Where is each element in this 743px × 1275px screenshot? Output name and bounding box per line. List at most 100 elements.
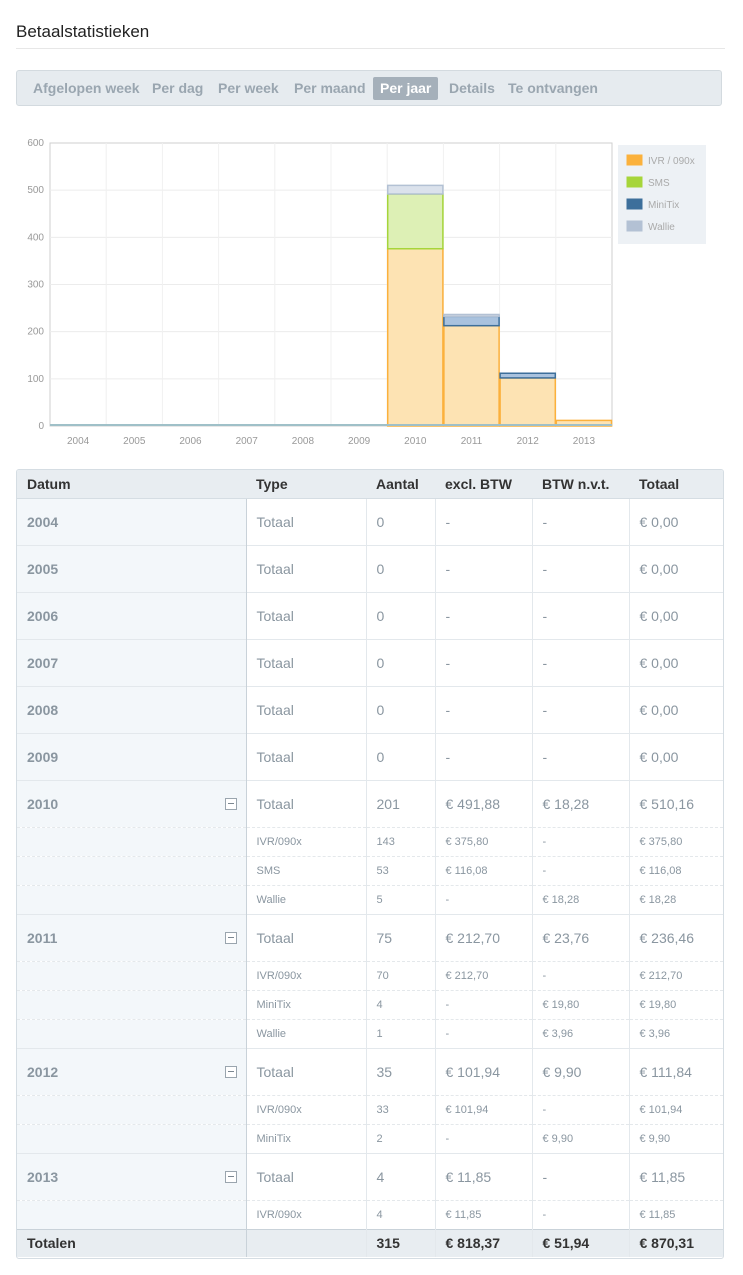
total-btw-cell: € 23,76 xyxy=(531,914,629,962)
total-total-cell: € 510,16 xyxy=(628,780,723,828)
column-header-total[interactable]: Totaal xyxy=(629,470,723,499)
year-cell-empty xyxy=(17,990,246,1020)
year-cell: 2004 xyxy=(17,498,246,546)
year-cell: 2009 xyxy=(17,733,246,781)
year-label: 2008 xyxy=(27,702,59,718)
totals-btw-cell: € 51,94 xyxy=(531,1229,629,1257)
table-header-row: Datum Type Aantal excl. BTW BTW n.v.t. T… xyxy=(17,470,723,499)
table-row: 2013 Totaal 4 € 11,85- € 11,85 xyxy=(17,1153,723,1201)
collapse-icon[interactable] xyxy=(224,1066,237,1078)
tab-te-ontvangen[interactable]: Te ontvangen xyxy=(508,78,598,99)
tab-details[interactable]: Details xyxy=(449,78,495,99)
total-type-cell: Totaal xyxy=(245,780,366,828)
year-cell: 2010 xyxy=(17,780,246,828)
detail-type-cell: IVR/090x xyxy=(245,827,366,857)
table-row: SMS 53 € 116,08- € 116,08 xyxy=(17,856,723,886)
y-tick-label: 400 xyxy=(27,232,44,243)
detail-btw-cell: € 19,80 xyxy=(531,990,629,1020)
total-count-cell: 0 xyxy=(365,733,435,781)
collapse-icon[interactable] xyxy=(224,932,237,944)
statistics-table-container: Datum Type Aantal excl. BTW BTW n.v.t. T… xyxy=(16,469,724,1259)
detail-excl-cell: - xyxy=(434,885,532,915)
column-header-count[interactable]: Aantal xyxy=(366,470,435,499)
y-tick-label: 0 xyxy=(38,421,44,432)
x-tick-label: 2013 xyxy=(573,436,596,447)
table-row: IVR/090x 143 € 375,80- € 375,80 xyxy=(17,827,723,857)
tab-per-maand[interactable]: Per maand xyxy=(294,78,366,99)
collapse-icon[interactable] xyxy=(224,1171,237,1183)
year-label: 2010 xyxy=(27,796,59,812)
year-cell-empty xyxy=(17,885,246,915)
tab-per-dag[interactable]: Per dag xyxy=(152,78,203,99)
detail-type-cell: Wallie xyxy=(245,885,366,915)
table-row: 2011 Totaal 75 € 212,70 € 23,76 € 236,46 xyxy=(17,914,723,962)
total-excl-cell: - xyxy=(434,545,532,593)
year-cell-empty xyxy=(17,1095,246,1125)
totals-excl-cell: € 818,37 xyxy=(434,1229,532,1257)
detail-count-cell: 33 xyxy=(365,1095,435,1125)
totals-label: Totalen xyxy=(17,1229,246,1257)
total-type-cell: Totaal xyxy=(245,686,366,734)
detail-type-cell: MiniTix xyxy=(245,990,366,1020)
column-header-type[interactable]: Type xyxy=(246,470,366,499)
total-total-cell: € 0,00 xyxy=(628,545,723,593)
table-row: IVR/090x 33 € 101,94- € 101,94 xyxy=(17,1095,723,1125)
tab-per-week[interactable]: Per week xyxy=(218,78,279,99)
total-btw-cell: - xyxy=(531,639,629,687)
total-type-cell: Totaal xyxy=(245,592,366,640)
detail-btw-cell: - xyxy=(531,856,629,886)
year-label: 2009 xyxy=(27,749,59,765)
total-total-cell: € 11,85 xyxy=(628,1153,723,1201)
year-cell: 2007 xyxy=(17,639,246,687)
detail-btw-cell: - xyxy=(531,827,629,857)
y-tick-label: 600 xyxy=(27,138,44,149)
total-type-cell: Totaal xyxy=(245,639,366,687)
total-btw-cell: - xyxy=(531,592,629,640)
detail-btw-cell: - xyxy=(531,1095,629,1125)
year-cell: 2012 xyxy=(17,1048,246,1096)
total-total-cell: € 0,00 xyxy=(628,733,723,781)
collapse-icon[interactable] xyxy=(224,798,237,810)
detail-excl-cell: € 11,85 xyxy=(434,1200,532,1230)
detail-type-cell: MiniTix xyxy=(245,1124,366,1154)
column-header-date[interactable]: Datum xyxy=(17,470,246,499)
column-header-excl-btw[interactable]: excl. BTW xyxy=(435,470,532,499)
year-cell-empty xyxy=(17,961,246,991)
table-row: 2005 Totaal 0- - € 0,00 xyxy=(17,545,723,593)
detail-total-cell: € 19,80 xyxy=(628,990,723,1020)
total-excl-cell: - xyxy=(434,498,532,546)
legend-swatch xyxy=(626,220,643,232)
detail-count-cell: 70 xyxy=(365,961,435,991)
total-count-cell: 0 xyxy=(365,639,435,687)
total-count-cell: 0 xyxy=(365,498,435,546)
x-tick-label: 2010 xyxy=(404,436,427,447)
detail-btw-cell: € 18,28 xyxy=(531,885,629,915)
legend-swatch xyxy=(626,176,643,188)
total-btw-cell: - xyxy=(531,498,629,546)
total-btw-cell: € 18,28 xyxy=(531,780,629,828)
total-count-cell: 0 xyxy=(365,592,435,640)
year-cell-empty xyxy=(17,856,246,886)
tab-afgelopen-week[interactable]: Afgelopen week xyxy=(33,78,140,99)
bar-segment xyxy=(499,377,557,427)
detail-total-cell: € 375,80 xyxy=(628,827,723,857)
detail-total-cell: € 11,85 xyxy=(628,1200,723,1230)
total-excl-cell: - xyxy=(434,733,532,781)
table-row: 2009 Totaal 0- - € 0,00 xyxy=(17,733,723,781)
year-cell-empty xyxy=(17,1200,246,1230)
total-type-cell: Totaal xyxy=(245,914,366,962)
detail-total-cell: € 101,94 xyxy=(628,1095,723,1125)
year-label: 2013 xyxy=(27,1169,59,1185)
total-count-cell: 35 xyxy=(365,1048,435,1096)
y-tick-label: 200 xyxy=(27,327,44,338)
statistics-table: Datum Type Aantal excl. BTW BTW n.v.t. T… xyxy=(17,470,723,1257)
detail-excl-cell: € 101,94 xyxy=(434,1095,532,1125)
bar-segment xyxy=(386,193,444,250)
column-header-btw-nvt[interactable]: BTW n.v.t. xyxy=(532,470,629,499)
bar-segment xyxy=(443,313,500,318)
totals-type-cell xyxy=(245,1229,366,1257)
total-excl-cell: - xyxy=(434,639,532,687)
tab-per-jaar[interactable]: Per jaar xyxy=(373,77,439,100)
total-count-cell: 0 xyxy=(365,686,435,734)
total-type-cell: Totaal xyxy=(245,733,366,781)
